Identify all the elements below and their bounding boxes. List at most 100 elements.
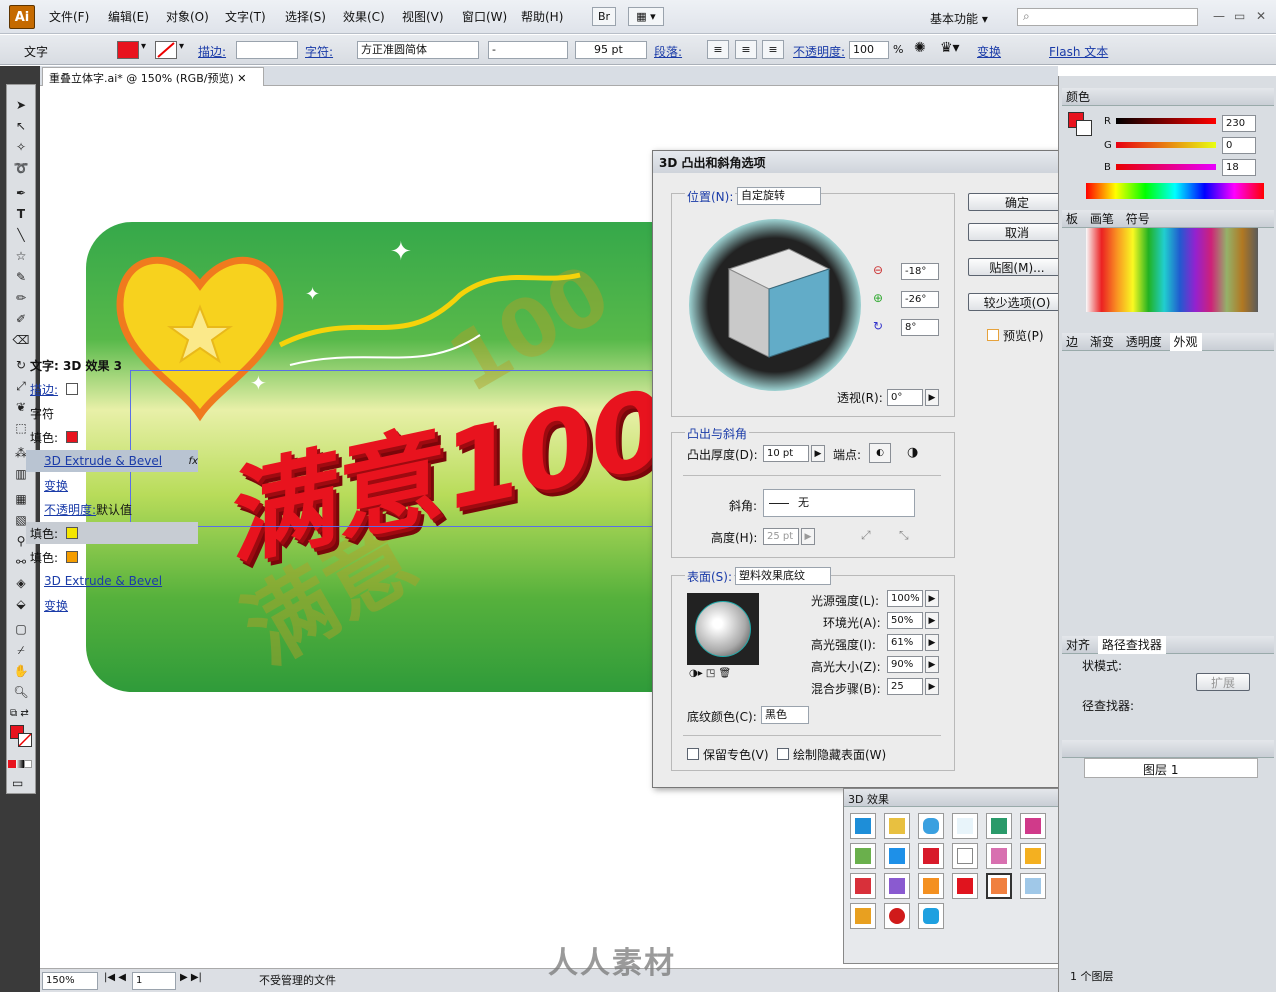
- color-stroke-swatch[interactable]: [1076, 120, 1092, 136]
- effect-cube-21[interactable]: [918, 903, 944, 929]
- highlight-size-arrow[interactable]: ▶: [925, 656, 939, 673]
- lighting-sphere[interactable]: [687, 593, 759, 665]
- effect-cube-12[interactable]: [1020, 843, 1046, 869]
- character-link[interactable]: 字符:: [305, 43, 333, 60]
- effect-cube-2[interactable]: [884, 813, 910, 839]
- light-controls-icons[interactable]: ◑▸ ◳ 🗑︎: [689, 668, 731, 679]
- screen-mode-icon[interactable]: ▭: [12, 776, 23, 790]
- cancel-button[interactable]: 取消: [968, 223, 1066, 241]
- stroke-weight-field[interactable]: [236, 41, 298, 59]
- close-icon[interactable]: ✕: [1256, 9, 1266, 23]
- transform-link[interactable]: 变换: [44, 477, 68, 494]
- effect-cube-10[interactable]: [952, 843, 978, 869]
- effect-cube-8[interactable]: [884, 843, 910, 869]
- fill-dropdown-icon[interactable]: ▾: [141, 41, 146, 52]
- default-colors-icon[interactable]: ⧉ ⇄: [10, 708, 29, 719]
- tab-symbols[interactable]: 符号: [1122, 210, 1154, 228]
- effect-cube-13[interactable]: [850, 873, 876, 899]
- cap-off-icon[interactable]: ◑: [907, 445, 918, 460]
- tab-swatches[interactable]: 板: [1062, 210, 1082, 228]
- light-intensity-arrow[interactable]: ▶: [925, 590, 939, 607]
- selection-tool-icon[interactable]: ➤: [8, 96, 34, 114]
- ambient-field[interactable]: 50%: [887, 612, 923, 629]
- color-spectrum[interactable]: [1086, 183, 1264, 199]
- effect-cube-7[interactable]: [850, 843, 876, 869]
- effect-cube-14[interactable]: [884, 873, 910, 899]
- effect-link[interactable]: 3D Extrude & Bevel: [44, 454, 162, 468]
- fill-swatch[interactable]: [117, 41, 139, 59]
- light-intensity-field[interactable]: 100%: [887, 590, 923, 607]
- fewer-options-button[interactable]: 较少选项(O): [968, 293, 1066, 311]
- paragraph-link[interactable]: 段落:: [654, 43, 682, 60]
- workspace-switcher[interactable]: 基本功能 ▾: [930, 10, 988, 27]
- rotation-y-field[interactable]: -26°: [901, 291, 939, 308]
- effect-cube-20[interactable]: [884, 903, 910, 929]
- effect-cube-15[interactable]: [918, 873, 944, 899]
- menu-help[interactable]: 帮助(H): [521, 8, 563, 25]
- rotation-track-cube[interactable]: [689, 219, 861, 391]
- appearance-fill2-row[interactable]: 填色:: [26, 522, 198, 544]
- type-tool-icon[interactable]: T: [8, 205, 34, 223]
- pencil-tool-icon[interactable]: ✏: [8, 289, 34, 307]
- appearance-transform-row[interactable]: 变换: [26, 474, 198, 496]
- blob-brush-tool-icon[interactable]: ✐: [8, 310, 34, 328]
- menu-object[interactable]: 对象(O): [166, 8, 209, 25]
- style-icon[interactable]: ♛▾: [940, 40, 960, 56]
- appearance-effect2-row[interactable]: 3D Extrude & Bevel: [26, 570, 198, 592]
- document-tab[interactable]: 重叠立体字.ai* @ 150% (RGB/预览) ✕: [42, 67, 264, 86]
- pen-tool-icon[interactable]: ✒: [8, 184, 34, 202]
- tab-stroke[interactable]: 边: [1062, 333, 1082, 351]
- appearance-fill-row[interactable]: 填色:: [26, 426, 198, 448]
- appearance-stroke-row[interactable]: 描边:: [26, 378, 198, 400]
- g-slider[interactable]: [1116, 142, 1216, 148]
- height-field[interactable]: 25 pt: [763, 528, 799, 545]
- artboard-tool-icon[interactable]: ▢: [8, 620, 34, 638]
- perspective-arrow[interactable]: ▶: [925, 389, 939, 406]
- stroke-dropdown-icon[interactable]: ▾: [179, 41, 184, 52]
- effect-cube-5[interactable]: [986, 813, 1012, 839]
- effect-cube-19[interactable]: [850, 903, 876, 929]
- ok-button[interactable]: 确定: [968, 193, 1066, 211]
- align-center-icon[interactable]: ≡: [735, 40, 757, 59]
- cap-on-icon[interactable]: ◐: [869, 443, 891, 463]
- draw-hidden-checkbox[interactable]: [777, 748, 789, 760]
- blend-steps-field[interactable]: 25: [887, 678, 923, 695]
- align-right-icon[interactable]: ≡: [762, 40, 784, 59]
- shading-color-select[interactable]: 黑色: [761, 706, 809, 724]
- star-tool-icon[interactable]: ☆: [8, 247, 34, 265]
- line-tool-icon[interactable]: ╲: [8, 226, 34, 244]
- maximize-icon[interactable]: ▭: [1234, 9, 1245, 23]
- r-slider[interactable]: [1116, 118, 1216, 124]
- zoom-tool-icon[interactable]: 🔍︎: [8, 683, 34, 701]
- next-artboard-icon[interactable]: ▶ ▶|: [180, 972, 202, 983]
- opacity-link-panel[interactable]: 不透明度:: [44, 501, 96, 518]
- bevel-out-icon[interactable]: ⤢: [861, 528, 871, 543]
- bevel-in-icon[interactable]: ⤡: [899, 528, 909, 543]
- menu-view[interactable]: 视图(V): [402, 8, 444, 25]
- slice-tool-icon[interactable]: ⌿: [8, 641, 34, 659]
- tab-brushes[interactable]: 画笔: [1086, 210, 1118, 228]
- zoom-select[interactable]: 150%: [42, 972, 98, 990]
- b-field[interactable]: 18: [1222, 159, 1256, 176]
- preserve-spot-checkbox[interactable]: [687, 748, 699, 760]
- stroke-link[interactable]: 描边:: [198, 43, 226, 60]
- bridge-button[interactable]: Br: [592, 7, 616, 26]
- color-mode-icons[interactable]: [8, 757, 34, 768]
- highlight-intensity-field[interactable]: 61%: [887, 634, 923, 651]
- tab-align[interactable]: 对齐: [1062, 636, 1094, 654]
- blend-steps-arrow[interactable]: ▶: [925, 678, 939, 695]
- effect-cube-18[interactable]: [1020, 873, 1046, 899]
- tab-pathfinder[interactable]: 路径查找器: [1097, 636, 1166, 654]
- opacity-link[interactable]: 不透明度:: [793, 43, 845, 60]
- search-input[interactable]: ⌕: [1017, 8, 1198, 26]
- menu-file[interactable]: 文件(F): [49, 8, 89, 25]
- rotation-z-field[interactable]: 8°: [901, 319, 939, 336]
- appearance-fill3-row[interactable]: 填色:: [26, 546, 198, 568]
- transform2-link[interactable]: 变换: [44, 597, 68, 614]
- appearance-characters-row[interactable]: 字符: [26, 402, 198, 424]
- effect-cube-6[interactable]: [1020, 813, 1046, 839]
- close-tab-icon[interactable]: ✕: [237, 72, 246, 85]
- fill-orange-swatch[interactable]: [66, 551, 79, 563]
- tab-appearance[interactable]: 外观: [1169, 333, 1202, 351]
- effect2-link[interactable]: 3D Extrude & Bevel: [44, 574, 162, 588]
